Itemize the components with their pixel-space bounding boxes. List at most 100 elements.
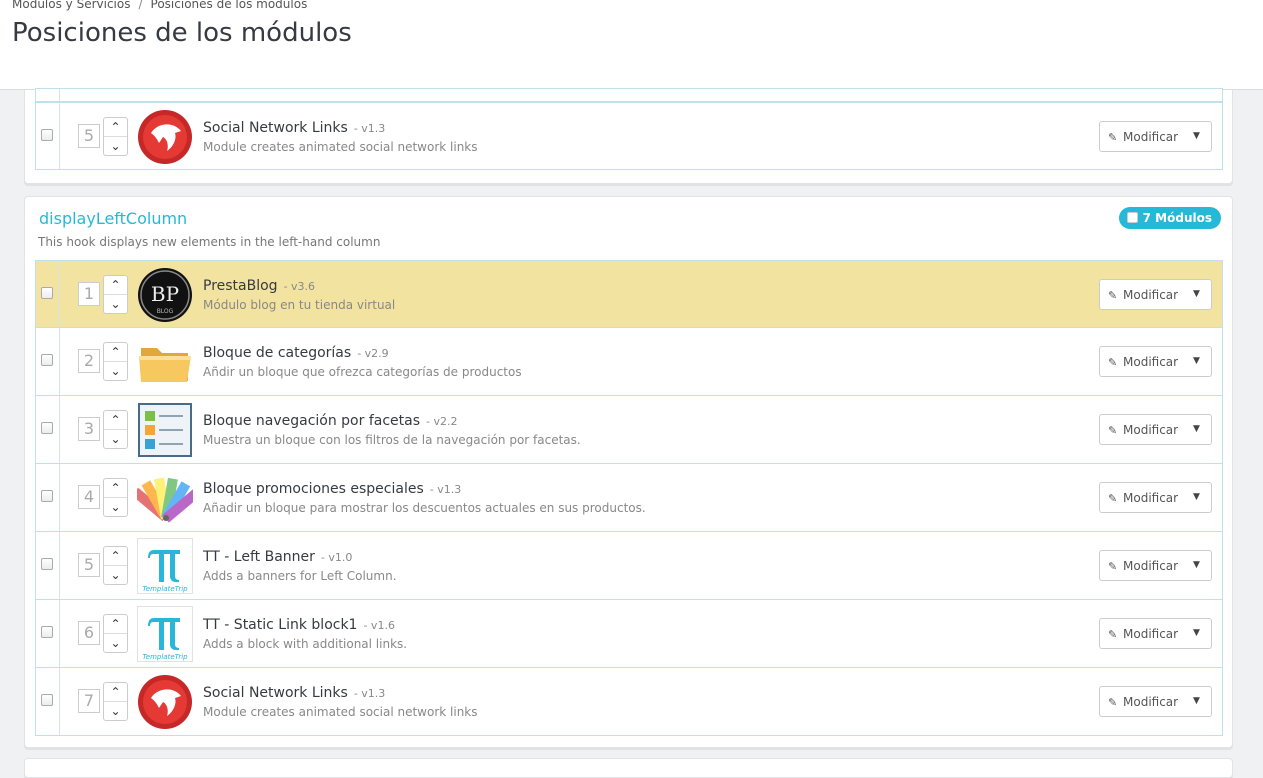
caret-down-icon[interactable]: ▼ — [1181, 415, 1211, 444]
row-divider — [59, 464, 60, 531]
module-name: Social Network Links - v1.3 — [203, 120, 385, 136]
module-select-checkbox[interactable] — [41, 129, 53, 141]
caret-down-icon[interactable]: ▼ — [1181, 483, 1211, 512]
move-up-icon[interactable]: ⌃ — [104, 615, 127, 634]
move-up-icon[interactable]: ⌃ — [104, 276, 127, 295]
social-network-icon — [137, 674, 193, 730]
breadcrumb-parent[interactable]: Módulos y Servicios — [12, 0, 130, 11]
module-version: - v1.6 — [363, 619, 395, 632]
module-name: TT - Left Banner - v1.0 — [203, 549, 352, 565]
templatetrip-logo-text: TemplateTrip — [142, 585, 188, 593]
module-name-text: Social Network Links — [203, 120, 348, 136]
modify-button[interactable]: ✎ Modificar ▼ — [1099, 121, 1212, 152]
position-number: 5 — [78, 553, 100, 577]
color-swatch-icon — [131, 470, 200, 526]
hook-panel-displayLeftColumn: displayLeftColumn This hook displays new… — [24, 196, 1233, 748]
position-arrows: ⌃ ⌄ — [103, 117, 128, 156]
move-down-icon[interactable]: ⌄ — [104, 430, 127, 449]
modify-button-label[interactable]: ✎ Modificar — [1108, 130, 1178, 144]
caret-down-icon[interactable]: ▼ — [1181, 280, 1211, 309]
social-network-icon — [137, 109, 193, 165]
module-version: - v1.0 — [320, 551, 353, 564]
page-title: Posiciones de los módulos — [12, 18, 352, 48]
module-name: TT - Static Link block1 - v1.6 — [203, 617, 395, 633]
modify-button-label[interactable]: ✎ Modificar — [1108, 423, 1178, 437]
module-name-text: Social Network Links — [203, 685, 348, 701]
module-name: Bloque navegación por facetas - v2.2 — [203, 413, 458, 429]
modify-button-label[interactable]: ✎ Modificar — [1108, 491, 1178, 505]
modify-button-label[interactable]: ✎ Modificar — [1108, 355, 1178, 369]
module-name: Bloque promociones especiales - v1.3 — [203, 481, 461, 497]
module-select-checkbox[interactable] — [41, 694, 53, 706]
modify-button-label[interactable]: ✎ Modificar — [1108, 627, 1178, 641]
module-select-checkbox[interactable] — [41, 626, 53, 638]
module-description: Añdir un bloque que ofrezca categorías d… — [203, 365, 522, 379]
position-arrows: ⌃ ⌄ — [103, 342, 128, 381]
module-select-checkbox[interactable] — [41, 354, 53, 366]
caret-down-icon[interactable]: ▼ — [1181, 619, 1211, 648]
position-arrows: ⌃ ⌄ — [103, 275, 128, 314]
faceted-list-icon — [137, 402, 193, 458]
modify-label: Modificar — [1123, 627, 1179, 641]
hook-title[interactable]: displayLeftColumn — [39, 209, 187, 228]
module-row: 1 ⌃ ⌄ BP BLOG PrestaBlog - v3.6 Módulo blog en … — [35, 260, 1223, 328]
modify-button[interactable]: ✎ Modificar ▼ — [1099, 618, 1212, 649]
module-select-checkbox[interactable] — [41, 287, 53, 299]
modify-button-label[interactable]: ✎ Modificar — [1108, 559, 1178, 573]
module-description: Muestra un bloque con los filtros de la … — [203, 433, 581, 447]
move-up-icon[interactable]: ⌃ — [104, 683, 127, 702]
page-header: Módulos y Servicios / Posiciones de los mó… — [0, 0, 1263, 90]
modify-button[interactable]: ✎ Modificar ▼ — [1099, 346, 1212, 377]
module-name-text: Bloque de categorías — [203, 345, 352, 361]
hook-panel-next — [24, 758, 1233, 778]
row-divider — [59, 668, 60, 735]
modify-label: Modificar — [1123, 130, 1179, 144]
move-up-icon[interactable]: ⌃ — [104, 547, 127, 566]
modify-button[interactable]: ✎ Modificar ▼ — [1099, 279, 1212, 310]
module-select-checkbox[interactable] — [41, 558, 53, 570]
modify-button[interactable]: ✎ Modificar ▼ — [1099, 414, 1212, 445]
caret-down-icon[interactable]: ▼ — [1181, 551, 1211, 580]
module-count-badge[interactable]: 7 Módulos — [1118, 207, 1221, 229]
move-up-icon[interactable]: ⌃ — [104, 343, 127, 362]
caret-down-icon[interactable]: ▼ — [1181, 687, 1211, 716]
position-number: 3 — [78, 417, 100, 441]
modify-label: Modificar — [1123, 559, 1179, 573]
move-down-icon[interactable]: ⌄ — [104, 362, 127, 381]
select-all-checkbox[interactable] — [1126, 212, 1138, 223]
position-number: 7 — [78, 689, 100, 713]
modify-label: Modificar — [1123, 695, 1179, 709]
move-up-icon[interactable]: ⌃ — [104, 118, 127, 137]
caret-down-icon[interactable]: ▼ — [1181, 347, 1211, 376]
breadcrumb: Módulos y Servicios / Posiciones de los mó… — [12, 0, 307, 11]
move-down-icon[interactable]: ⌄ — [104, 566, 127, 585]
position-arrows: ⌃ ⌄ — [103, 614, 128, 653]
modify-label: Modificar — [1123, 491, 1179, 505]
pencil-icon: ✎ — [1108, 560, 1118, 573]
module-version: - v3.6 — [283, 280, 316, 293]
position-arrows: ⌃ ⌄ — [103, 478, 128, 517]
pencil-icon: ✎ — [1108, 131, 1118, 144]
modify-button[interactable]: ✎ Modificar ▼ — [1099, 686, 1212, 717]
move-down-icon[interactable]: ⌄ — [104, 137, 127, 156]
move-down-icon[interactable]: ⌄ — [104, 295, 127, 314]
move-down-icon[interactable]: ⌄ — [104, 498, 127, 517]
hook-description: This hook displays new elements in the l… — [38, 235, 381, 249]
move-down-icon[interactable]: ⌄ — [104, 702, 127, 721]
svg-text:BLOG: BLOG — [157, 308, 174, 315]
module-version: - v2.2 — [426, 415, 458, 428]
module-description: Module creates animated social network l… — [203, 140, 478, 154]
modify-button[interactable]: ✎ Modificar ▼ — [1099, 550, 1212, 581]
move-up-icon[interactable]: ⌃ — [104, 411, 127, 430]
module-row: 4 ⌃ ⌄ Bloque promociones especiales - v1.3 Añ… — [35, 464, 1223, 532]
module-select-checkbox[interactable] — [41, 422, 53, 434]
modify-button-label[interactable]: ✎ Modificar — [1108, 288, 1178, 302]
move-up-icon[interactable]: ⌃ — [104, 479, 127, 498]
modify-button[interactable]: ✎ Modificar ▼ — [1099, 482, 1212, 513]
modify-button-label[interactable]: ✎ Modificar — [1108, 695, 1178, 709]
caret-down-icon[interactable]: ▼ — [1181, 122, 1211, 151]
module-select-checkbox[interactable] — [41, 490, 53, 502]
position-arrows: ⌃ ⌄ — [103, 682, 128, 721]
templatetrip-logo-text: TemplateTrip — [142, 653, 188, 661]
move-down-icon[interactable]: ⌄ — [104, 634, 127, 653]
